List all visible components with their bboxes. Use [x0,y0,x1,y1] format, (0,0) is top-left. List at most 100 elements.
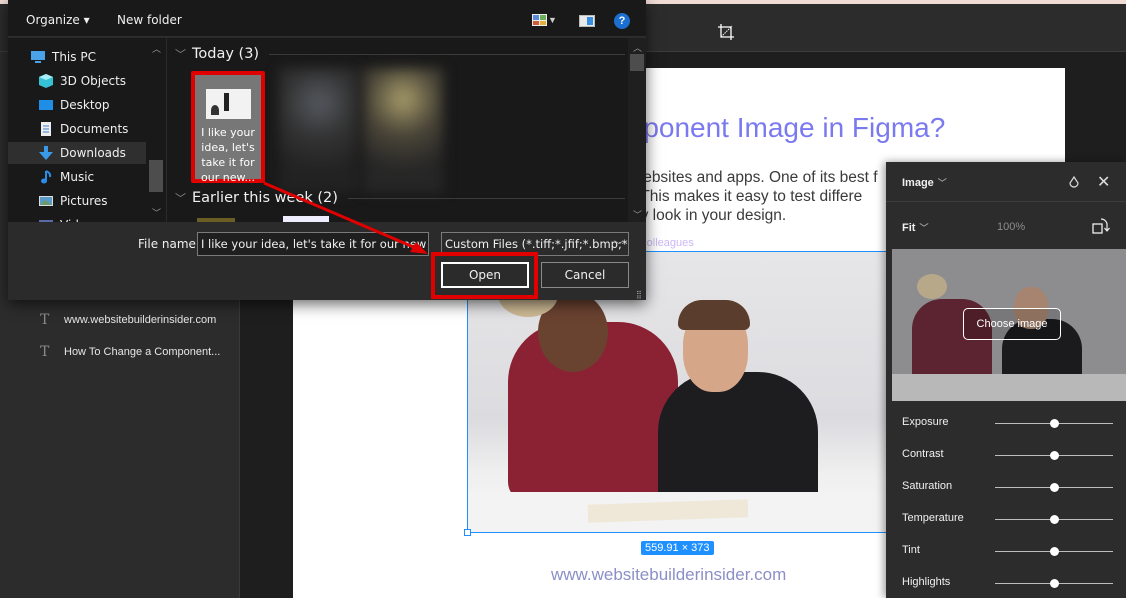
chevron-down-icon: ﹀ [175,48,186,61]
frame-paragraph: websites and apps. One of its best f . T… [632,168,878,225]
adjustment-row: Saturation [902,478,1117,496]
image-preview: Choose image [892,249,1126,401]
computer-icon [30,50,46,64]
text-icon: T [40,344,50,360]
adjustment-label: Exposure [902,416,949,428]
resize-grip-icon[interactable]: ⣿ [636,290,642,299]
chevron-down-icon: ﹀ [937,178,947,188]
nav-item-label: 3D Objects [60,74,127,88]
preview-table [892,374,1126,401]
resize-handle[interactable] [464,529,471,536]
slider-thumb[interactable] [1049,515,1059,524]
paragraph-line: . This makes it easy to test differe [632,188,863,205]
adjustment-row: Exposure [902,414,1117,432]
photo-person-hair [678,300,750,330]
nav-item-label: Downloads [60,146,126,160]
fit-row: Fit ﹀ 100% [886,203,1126,249]
slider-thumb[interactable] [1049,547,1059,556]
open-button-highlight [431,252,538,299]
scrollbar-thumb[interactable] [149,160,163,192]
nav-item-this-pc[interactable]: This PC [8,46,146,68]
image-type-dropdown[interactable]: Image ﹀ [902,176,947,189]
file-open-dialog: Organize ▾ New folder ▼ ? This PC 3D Obje… [8,0,646,300]
layer-item[interactable]: T How To Change a Component... [40,342,220,362]
file-name-label: File name: [138,237,200,251]
preview-pane-icon[interactable] [579,15,595,27]
picture-icon [38,194,54,208]
dimensions-badge: 559.91 × 373 [641,541,714,555]
frame-footer-text: www.websitebuilderinsider.com [551,565,787,584]
change-view-icon[interactable] [532,14,547,26]
group-header-today[interactable]: ﹀ Today (3) [175,46,625,62]
nav-item-label: Documents [60,122,129,136]
download-arrow-icon [38,146,54,160]
cancel-button[interactable]: Cancel [541,262,629,288]
nav-scrollbar[interactable]: ︿ ﹀ [148,38,164,222]
scroll-up-icon[interactable]: ︿ [152,42,161,55]
rotate-icon[interactable] [1092,217,1112,235]
adjustment-row: Highlights [902,574,1117,592]
close-icon[interactable]: ✕ [1097,172,1110,192]
view-dropdown-icon[interactable]: ▼ [548,15,557,25]
adjustment-row: Tint [902,542,1117,560]
nav-item-desktop[interactable]: Desktop [8,94,146,116]
crop-icon[interactable] [717,23,735,41]
divider [269,53,625,55]
file-name: I like your idea, let's take it for our … [201,126,255,184]
scroll-down-icon[interactable]: ﹀ [633,208,642,221]
adjustment-row: Contrast [902,446,1117,464]
slider-thumb[interactable] [1049,419,1059,428]
fit-dropdown[interactable]: Fit ﹀ [902,221,928,234]
scrollbar-thumb[interactable] [630,54,644,71]
scroll-down-icon[interactable]: ﹀ [152,206,161,219]
files-scrollbar[interactable]: ︿ ﹀ [628,38,646,222]
adjustment-label: Tint [902,544,920,556]
files-pane: ﹀ Today (3) I like your idea, let's take… [166,38,646,222]
text-icon: T [40,312,50,328]
music-note-icon [38,170,54,184]
nav-item-music[interactable]: Music [8,166,146,188]
layer-item[interactable]: T www.websitebuilderinsider.com [40,310,216,330]
file-name-input[interactable]: I like your idea, let's take it for our … [197,232,429,256]
chevron-down-icon: ﹀ [614,241,624,252]
layer-label: www.websitebuilderinsider.com [64,314,217,326]
layer-label: How To Change a Component... [64,346,221,358]
file-item-selected[interactable]: I like your idea, let's take it for our … [191,71,265,184]
nav-item-3d-objects[interactable]: 3D Objects [8,70,146,92]
group-header-earlier[interactable]: ﹀ Earlier this week (2) [175,190,625,206]
nav-item-label: Pictures [60,194,108,208]
frame-title: mponent Image in Figma? [620,112,946,143]
slider-thumb[interactable] [1049,451,1059,460]
adjustment-label: Contrast [902,448,944,460]
drop-icon[interactable] [1067,174,1081,190]
photo-person [658,372,818,512]
zoom-percent: 100% [997,221,1026,233]
organize-button[interactable]: Organize ▾ [26,13,90,27]
file-thumbnail [206,89,251,119]
fit-label: Fit [902,222,916,234]
choose-image-button[interactable]: Choose image [963,308,1061,340]
file-item[interactable] [279,68,359,193]
nav-item-pictures[interactable]: Pictures [8,190,146,212]
adjustment-label: Temperature [902,512,964,524]
group-label: Today (3) [192,46,260,62]
slider-thumb[interactable] [1049,579,1059,588]
panel-header: Image ﹀ ✕ [886,162,1126,202]
dialog-footer: File name: I like your idea, let's take … [8,222,646,300]
nav-item-label: Desktop [60,98,110,112]
group-label: Earlier this week (2) [192,190,338,206]
slider-thumb[interactable] [1049,483,1059,492]
navigation-pane: This PC 3D Objects Desktop Documents Downloa… [8,38,166,232]
scroll-up-icon[interactable]: ︿ [633,41,642,54]
chevron-down-icon: ﹀ [175,192,186,205]
new-folder-button[interactable]: New folder [117,13,182,27]
help-icon[interactable]: ? [614,13,630,29]
nav-item-label: Music [60,170,95,184]
nav-item-downloads[interactable]: Downloads [8,142,146,164]
dialog-toolbar: Organize ▾ New folder ▼ ? [8,0,646,37]
nav-item-documents[interactable]: Documents [8,118,146,140]
desktop-icon [38,98,54,112]
file-item[interactable] [363,68,443,193]
chevron-down-icon: ﹀ [919,223,929,233]
adjustment-label: Highlights [902,576,951,588]
